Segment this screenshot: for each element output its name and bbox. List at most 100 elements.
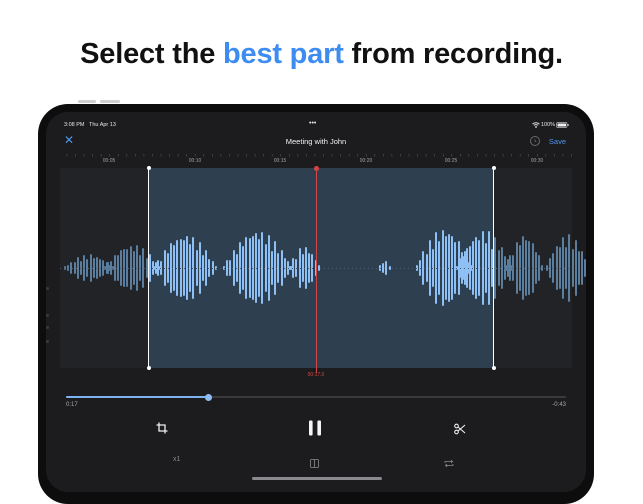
waveform-baseline-dot bbox=[60, 268, 61, 269]
waveform-baseline-dot bbox=[528, 268, 529, 269]
waveform-baseline-dot bbox=[144, 268, 145, 269]
time-ruler: 00:05 00:10 00:15 00:20 00:25 00:30 bbox=[60, 154, 572, 164]
waveform-baseline-dot bbox=[480, 268, 481, 269]
headline-accent: best part bbox=[223, 38, 344, 70]
waveform-baseline-dot bbox=[436, 268, 437, 269]
loop-button[interactable] bbox=[444, 455, 454, 473]
waveform-baseline-dot bbox=[344, 268, 345, 269]
waveform-bar bbox=[189, 244, 192, 292]
waveform-baseline-dot bbox=[236, 268, 237, 269]
waveform-baseline-dot bbox=[192, 268, 193, 269]
waveform-baseline-dot bbox=[220, 268, 221, 269]
waveform-baseline-dot bbox=[336, 268, 337, 269]
progress-slider[interactable] bbox=[66, 393, 566, 401]
waveform-baseline-dot bbox=[88, 268, 89, 269]
waveform-baseline-dot bbox=[80, 268, 81, 269]
split-view-button[interactable] bbox=[310, 455, 319, 473]
waveform-baseline-dot bbox=[260, 268, 261, 269]
waveform-baseline-dot bbox=[420, 268, 421, 269]
restore-icon bbox=[534, 139, 537, 143]
waveform-baseline-dot bbox=[224, 268, 225, 269]
playhead-knob[interactable] bbox=[314, 166, 319, 171]
waveform-baseline-dot bbox=[252, 268, 253, 269]
waveform-baseline-dot bbox=[292, 268, 293, 269]
waveform-baseline-dot bbox=[312, 268, 313, 269]
waveform-baseline-dot bbox=[376, 268, 377, 269]
trim-button[interactable] bbox=[454, 422, 466, 440]
multitasking-dots[interactable]: ••• bbox=[309, 120, 316, 127]
waveform-baseline-dot bbox=[104, 268, 105, 269]
app-screen: 3:08 PM Thu Apr 13 ••• 100% ✕ Meeting wi… bbox=[46, 112, 586, 492]
waveform-baseline-dot bbox=[512, 268, 513, 269]
waveform-baseline-dot bbox=[404, 268, 405, 269]
waveform-baseline-dot bbox=[368, 268, 369, 269]
battery-icon bbox=[556, 122, 569, 128]
selection-end-handle[interactable] bbox=[491, 166, 496, 370]
waveform-baseline-dot bbox=[488, 268, 489, 269]
playback-speed-button[interactable]: x1 bbox=[173, 456, 180, 463]
handle-bottom-dot[interactable] bbox=[146, 366, 151, 370]
waveform-baseline-dot bbox=[180, 268, 181, 269]
remaining-time: -0:43 bbox=[552, 402, 566, 408]
waveform-baseline-dot bbox=[276, 268, 277, 269]
waveform-baseline-dot bbox=[372, 268, 373, 269]
home-indicator bbox=[252, 477, 382, 480]
waveform-baseline-dot bbox=[496, 268, 497, 269]
waveform-baseline-dot bbox=[508, 268, 509, 269]
progress-fill bbox=[66, 396, 209, 398]
waveform-baseline-dot bbox=[320, 268, 321, 269]
waveform-baseline-dot bbox=[228, 268, 229, 269]
volume-button bbox=[78, 100, 96, 103]
waveform-baseline-dot bbox=[140, 268, 141, 269]
progress-knob[interactable] bbox=[205, 393, 212, 401]
bezel-dot bbox=[46, 326, 49, 329]
handle-bottom-dot[interactable] bbox=[491, 366, 496, 370]
waveform-baseline-dot bbox=[460, 268, 461, 269]
waveform-baseline-dot bbox=[544, 268, 545, 269]
recording-title: Meeting with John bbox=[285, 137, 347, 146]
waveform-baseline-dot bbox=[472, 268, 473, 269]
playhead-time-label: 00:17.0 bbox=[307, 372, 325, 378]
waveform-baseline-dot bbox=[68, 268, 69, 269]
waveform-baseline-dot bbox=[452, 268, 453, 269]
waveform-baseline-dot bbox=[152, 268, 153, 269]
waveform-baseline-dot bbox=[564, 268, 565, 269]
waveform-baseline-dot bbox=[240, 268, 241, 269]
selection-start-handle[interactable] bbox=[146, 166, 151, 370]
waveform-baseline-dot bbox=[100, 268, 101, 269]
waveform-baseline-dot bbox=[444, 268, 445, 269]
waveform-editor[interactable]: 00:17.0 bbox=[60, 166, 586, 378]
scissors-icon bbox=[454, 423, 466, 435]
waveform-baseline-dot bbox=[168, 268, 169, 269]
loop-icon bbox=[444, 459, 454, 468]
waveform-baseline-dot bbox=[364, 268, 365, 269]
waveform-baseline-dot bbox=[504, 268, 505, 269]
waveform-baseline-dot bbox=[120, 268, 121, 269]
ruler-tick-label: 00:20 bbox=[359, 158, 373, 164]
waveform-bar bbox=[484, 242, 487, 293]
save-button[interactable]: Save bbox=[549, 137, 566, 146]
waveform-baseline-dot bbox=[432, 268, 433, 269]
waveform-bar bbox=[92, 258, 95, 278]
restore-button[interactable] bbox=[530, 136, 540, 146]
waveform-baseline-dot bbox=[516, 268, 517, 269]
waveform-bar bbox=[500, 246, 503, 290]
waveform-baseline-dot bbox=[92, 268, 93, 269]
handle-top-dot[interactable] bbox=[146, 166, 151, 170]
playhead[interactable] bbox=[314, 166, 319, 373]
battery-percent: 100% bbox=[541, 122, 556, 128]
waveform-baseline-dot bbox=[188, 268, 189, 269]
pause-button[interactable] bbox=[308, 420, 322, 441]
waveform-bar bbox=[468, 245, 471, 291]
waveform-baseline-dot bbox=[440, 268, 441, 269]
headline-text-end: from recording. bbox=[343, 38, 564, 70]
waveform-baseline-dot bbox=[380, 268, 381, 269]
waveform-baseline-dot bbox=[232, 268, 233, 269]
waveform-baseline-dot bbox=[400, 268, 401, 269]
crop-button[interactable] bbox=[156, 421, 168, 439]
waveform-baseline-dot bbox=[132, 268, 133, 269]
handle-top-dot[interactable] bbox=[491, 166, 496, 170]
ruler-tick-label: 00:05 bbox=[102, 158, 116, 164]
waveform-baseline-dot bbox=[212, 268, 213, 269]
ruler-tick-label: 00:30 bbox=[530, 158, 544, 164]
